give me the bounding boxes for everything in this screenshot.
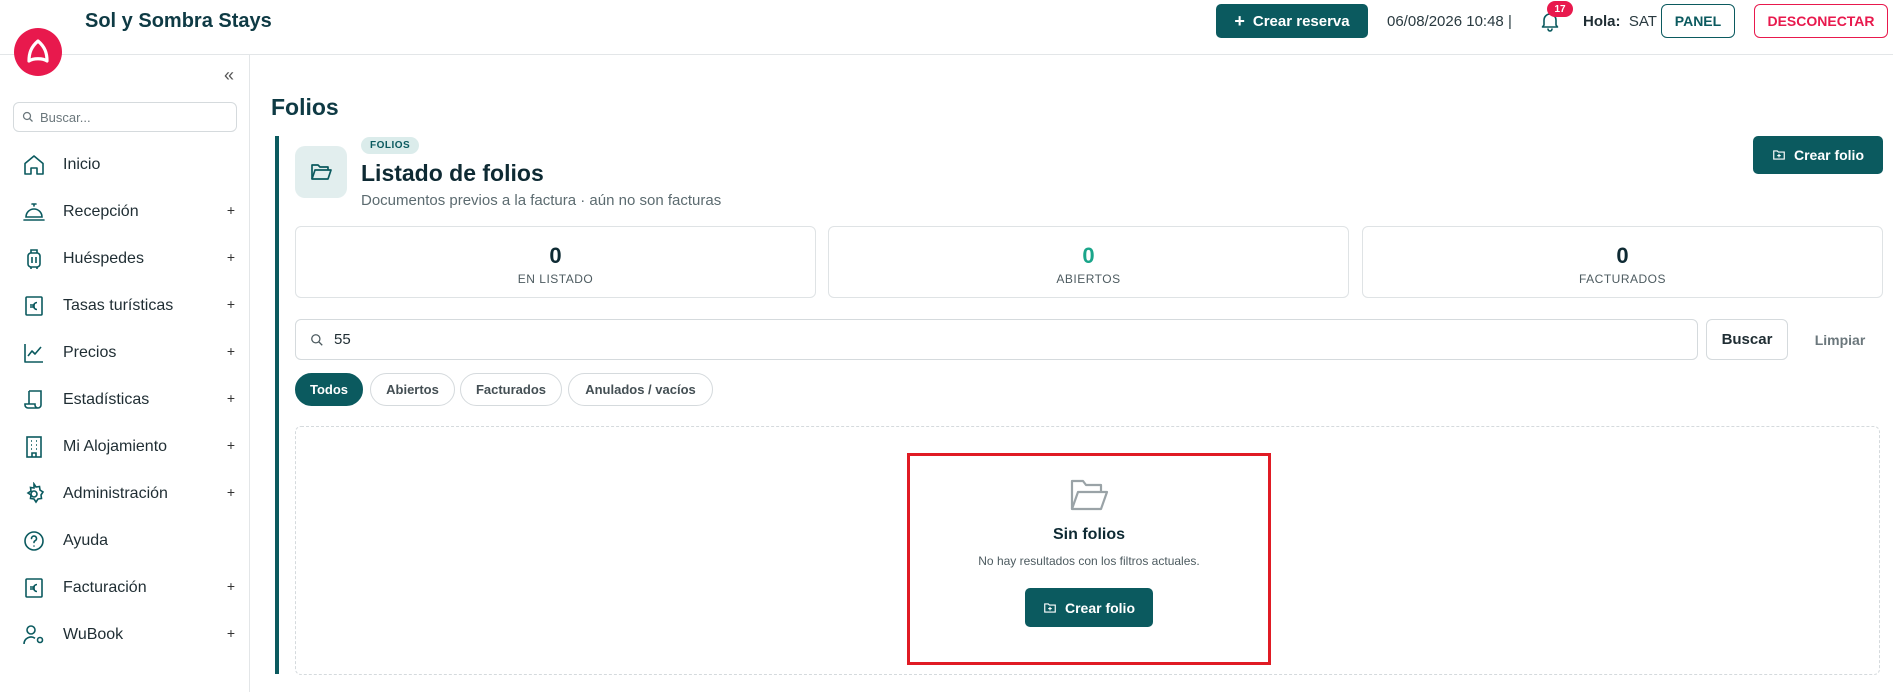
- stat-value: 0: [549, 243, 562, 268]
- sidebar-item-tasas-turisticas[interactable]: Tasas turísticas +: [0, 282, 250, 329]
- luggage-icon: [27, 248, 41, 269]
- sidebar-item-administracion[interactable]: Administración +: [0, 470, 250, 517]
- empty-crear-folio-button[interactable]: Crear folio: [1025, 588, 1153, 627]
- greeting: Hola: SAT: [1583, 13, 1657, 30]
- folder-plus-icon: [1773, 150, 1785, 160]
- sidebar-item-estadisticas[interactable]: Estadísticas +: [0, 376, 250, 423]
- list-title: Listado de folios: [361, 160, 544, 186]
- folio-search[interactable]: [295, 319, 1698, 360]
- folio-search-input[interactable]: [334, 331, 1634, 348]
- stat-label: EN LISTADO: [517, 272, 594, 286]
- expand-icon[interactable]: +: [227, 390, 235, 406]
- sidebar: « Inicio Recepción + Huéspedes + Tasas t…: [0, 55, 250, 692]
- panel-button[interactable]: PANEL: [1661, 4, 1735, 38]
- sidebar-item-facturacion[interactable]: Facturación +: [0, 564, 250, 611]
- home-icon: [24, 154, 44, 175]
- sidebar-item-inicio[interactable]: Inicio: [0, 141, 250, 188]
- sidebar-item-label: Ayuda: [63, 531, 109, 549]
- sidebar-item-recepcion[interactable]: Recepción +: [0, 188, 250, 235]
- plus-icon: +: [1234, 11, 1245, 31]
- line-chart-icon: [24, 343, 43, 363]
- stat-facturados: 0 FACTURADOS: [1362, 226, 1883, 298]
- filter-todos[interactable]: Todos: [295, 373, 363, 406]
- stat-value: 0: [1616, 243, 1629, 268]
- sidebar-item-mi-alojamiento[interactable]: Mi Alojamiento +: [0, 423, 250, 470]
- filter-facturados[interactable]: Facturados: [460, 373, 562, 406]
- euro-document-icon: [25, 295, 43, 316]
- sidebar-item-label: Recepción: [63, 202, 139, 220]
- user-settings-icon: [23, 624, 44, 644]
- search-icon: [311, 333, 323, 346]
- gear-icon: [26, 481, 45, 503]
- crear-reserva-label: Crear reserva: [1252, 12, 1350, 30]
- sidebar-search-input[interactable]: [40, 109, 230, 125]
- stat-en-listado: 0 EN LISTADO: [295, 226, 816, 298]
- sidebar-item-huespedes[interactable]: Huéspedes +: [0, 235, 250, 282]
- expand-icon[interactable]: +: [227, 249, 235, 265]
- crear-reserva-button[interactable]: + Crear reserva: [1216, 4, 1368, 38]
- sidebar-search[interactable]: [13, 102, 237, 132]
- page-title: Folios: [271, 94, 339, 120]
- crear-folio-button[interactable]: Crear folio: [1753, 136, 1883, 174]
- stat-label: FACTURADOS: [1578, 272, 1666, 286]
- sidebar-item-label: Estadísticas: [63, 390, 150, 408]
- sidebar-item-label: Tasas turísticas: [63, 296, 174, 314]
- collapse-sidebar-icon[interactable]: «: [219, 65, 239, 85]
- stat-label: ABIERTOS: [1056, 272, 1121, 286]
- sidebar-item-label: WuBook: [63, 625, 124, 643]
- sidebar-item-label: Administración: [63, 484, 168, 502]
- empty-title: Sin folios: [1053, 526, 1125, 543]
- bell-desk-icon: [23, 202, 45, 221]
- sidebar-item-label: Facturación: [63, 578, 147, 596]
- empty-subtitle: No hay resultados con los filtros actual…: [978, 554, 1200, 568]
- buscar-button[interactable]: Buscar: [1706, 319, 1788, 360]
- list-subtitle: Documentos previos a la factura · aún no…: [361, 192, 722, 209]
- sidebar-item-label: Huéspedes: [63, 249, 144, 267]
- folder-badge: [295, 146, 347, 198]
- limpiar-button[interactable]: Limpiar: [1800, 319, 1880, 360]
- expand-icon[interactable]: +: [227, 296, 235, 312]
- sidebar-item-wubook[interactable]: WuBook +: [0, 611, 250, 658]
- sidebar-item-ayuda[interactable]: Ayuda: [0, 517, 250, 564]
- datetime: 06/08/2026 10:48 |: [1387, 13, 1512, 30]
- sidebar-item-label: Mi Alojamiento: [63, 437, 168, 455]
- expand-icon[interactable]: +: [227, 578, 235, 594]
- stat-abiertos: 0 ABIERTOS: [828, 226, 1349, 298]
- expand-icon[interactable]: +: [227, 343, 235, 359]
- sidebar-item-precios[interactable]: Precios +: [0, 329, 250, 376]
- sidebar-nav: Inicio Recepción + Huéspedes + Tasas tur…: [0, 141, 250, 658]
- logo-icon: [27, 39, 49, 63]
- scroll-icon: [24, 389, 42, 409]
- top-bar: Sol y Sombra Stays + Crear reserva 06/08…: [0, 0, 1893, 55]
- expand-icon[interactable]: +: [227, 625, 235, 641]
- building-icon: [26, 435, 42, 458]
- expand-icon[interactable]: +: [227, 202, 235, 218]
- folder-open-icon: [311, 164, 332, 180]
- help-icon: [24, 530, 44, 551]
- folder-open-icon: [1070, 479, 1109, 511]
- section-tag: FOLIOS: [361, 137, 420, 154]
- filter-anulados-vacios[interactable]: Anulados / vacíos: [568, 373, 713, 406]
- sidebar-item-label: Precios: [63, 343, 117, 361]
- greeting-label: Hola:: [1583, 13, 1621, 30]
- expand-icon[interactable]: +: [227, 484, 235, 500]
- disconnect-button[interactable]: DESCONECTAR: [1754, 4, 1888, 38]
- user-name: SAT: [1628, 13, 1657, 30]
- search-icon: [22, 111, 33, 122]
- euro-document-icon: [25, 577, 43, 598]
- notification-badge: 17: [1547, 1, 1573, 17]
- folder-plus-icon: [1044, 602, 1056, 613]
- expand-icon[interactable]: +: [227, 437, 235, 453]
- stat-value: 0: [1082, 243, 1095, 268]
- app-title: Sol y Sombra Stays: [85, 10, 272, 32]
- empty-crear-folio-label: Crear folio: [1064, 599, 1135, 616]
- crear-folio-label: Crear folio: [1793, 147, 1864, 163]
- logo[interactable]: [14, 28, 62, 76]
- filter-abiertos[interactable]: Abiertos: [370, 373, 455, 406]
- sidebar-item-label: Inicio: [63, 155, 101, 173]
